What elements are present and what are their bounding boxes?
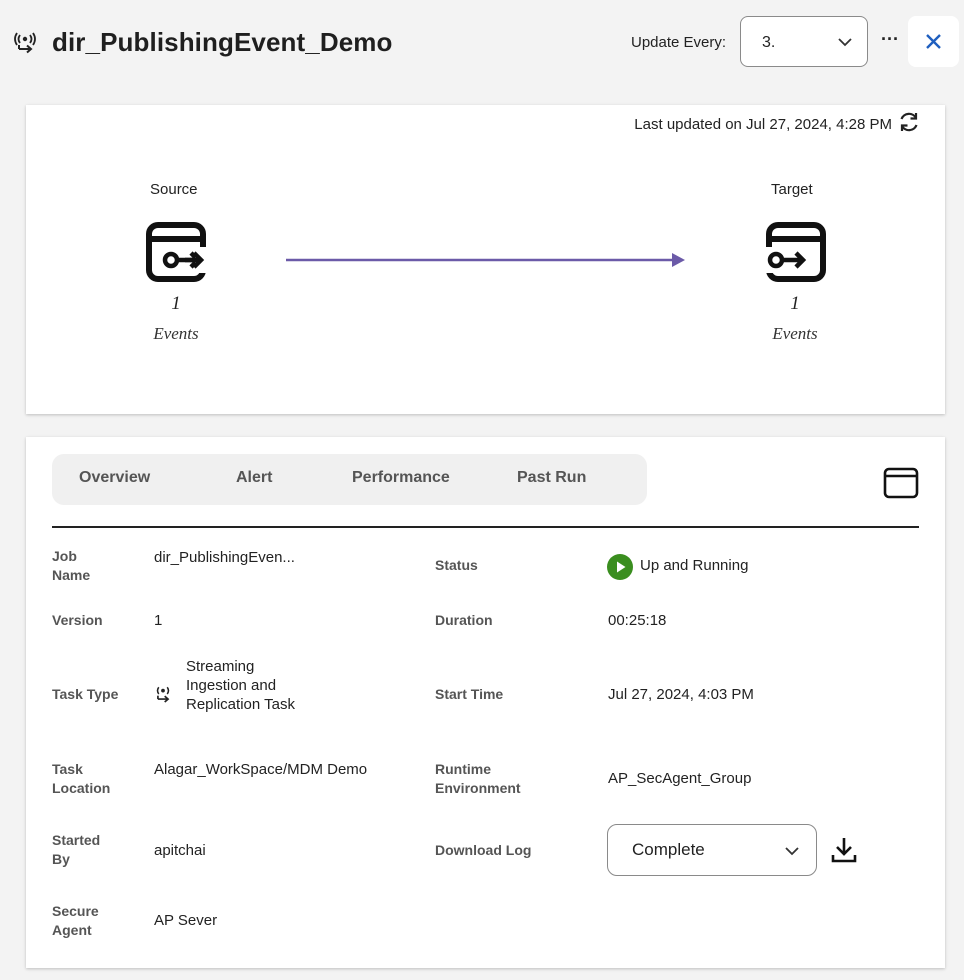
task-location-value: Alagar_WorkSpace/MDM Demo [154, 761, 368, 778]
download-log-label: Download Log [435, 842, 532, 858]
tab-bar: Overview Alert Performance Past Run [52, 454, 647, 505]
streaming-task-icon [14, 32, 36, 54]
chevron-down-icon [785, 847, 799, 856]
update-every-value: 3. [762, 34, 776, 51]
source-label: Source [150, 181, 198, 198]
play-icon [607, 554, 633, 580]
update-every-select[interactable]: 3. [740, 16, 868, 67]
flow-summary-card: Last updated on Jul 27, 2024, 4:28 PM So… [26, 105, 945, 414]
panel-toggle-icon[interactable] [883, 467, 919, 499]
secure-agent-value: AP Sever [154, 912, 218, 929]
download-log-select[interactable]: Complete [607, 824, 817, 876]
version-label: Version [52, 612, 103, 628]
target-connector-icon [765, 222, 826, 282]
duration-label: Duration [435, 612, 493, 628]
source-event-unit: Events [153, 324, 199, 343]
status-value: Up and Running [640, 557, 749, 574]
task-type-label: Task Type [52, 686, 119, 702]
tab-overview[interactable]: Overview [79, 469, 150, 487]
started-by-value: apitchai [154, 842, 206, 859]
download-icon[interactable] [829, 835, 859, 865]
refresh-icon[interactable] [896, 109, 922, 135]
chevron-down-icon [838, 38, 852, 47]
duration-value: 00:25:18 [608, 612, 667, 629]
task-location-label: Task Location [52, 761, 111, 796]
runtime-environment-value: AP_SecAgent_Group [608, 770, 752, 787]
start-time-value: Jul 27, 2024, 4:03 PM [608, 686, 754, 703]
status-label: Status [435, 557, 478, 573]
job-name-label: Job Name [52, 548, 91, 583]
source-connector-icon [146, 222, 207, 282]
download-log-value: Complete [632, 840, 705, 859]
tab-past-run[interactable]: Past Run [517, 469, 586, 487]
started-by-label: Started By [52, 832, 101, 867]
target-label: Target [771, 181, 813, 198]
close-button[interactable] [908, 16, 959, 67]
job-name-value: dir_PublishingEven... [154, 549, 295, 566]
tab-alert[interactable]: Alert [236, 469, 272, 487]
streaming-task-icon [156, 686, 170, 703]
task-type-value: Streaming Ingestion and Replication Task [186, 658, 295, 713]
target-event-unit: Events [772, 324, 818, 343]
more-options-button[interactable]: ··· [880, 28, 900, 56]
close-icon [926, 34, 941, 49]
section-divider [52, 526, 919, 528]
source-event-count: 1 [171, 293, 181, 314]
update-every-label: Update Every: [631, 34, 727, 51]
target-event-count: 1 [790, 293, 800, 314]
tab-performance[interactable]: Performance [352, 469, 450, 487]
runtime-environment-label: Runtime Environment [435, 761, 521, 796]
last-updated-text: Last updated on Jul 27, 2024, 4:28 PM [634, 116, 892, 133]
header: dir_PublishingEvent_Demo Update Every: 3… [0, 0, 964, 88]
version-value: 1 [154, 612, 163, 629]
page-title: dir_PublishingEvent_Demo [52, 27, 393, 57]
flow-arrow [286, 253, 685, 267]
details-card: Overview Alert Performance Past Run Job … [26, 437, 945, 968]
secure-agent-label: Secure Agent [52, 903, 99, 938]
start-time-label: Start Time [435, 686, 504, 702]
